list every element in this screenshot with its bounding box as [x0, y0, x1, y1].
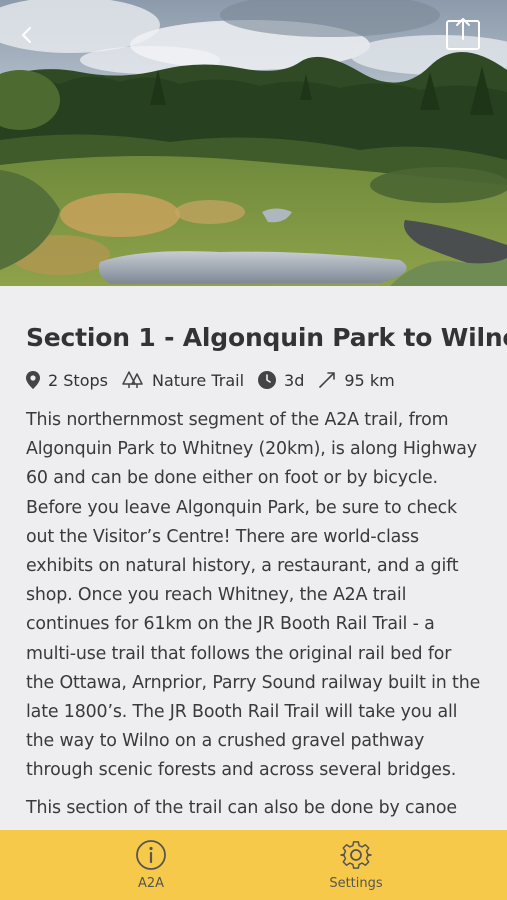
description-paragraph: This northernmost segment of the A2A tra…: [26, 410, 481, 781]
tab-settings-label: Settings: [329, 876, 383, 891]
description-paragraph: This section of the trail can also be do…: [26, 797, 457, 818]
clock-icon: [258, 371, 277, 389]
tab-a2a[interactable]: A2A: [91, 830, 211, 900]
distance: 95 km: [344, 370, 395, 390]
duration-meta: 3d: [258, 371, 304, 390]
share-button[interactable]: [444, 14, 482, 52]
distance-meta: 95 km: [318, 370, 395, 390]
distance-icon: [319, 372, 336, 388]
section-details[interactable]: Section 1 - Algonquin Park to Wilno 2 St…: [0, 286, 507, 830]
hero-image: [0, 0, 507, 286]
trail-type: Nature Trail: [151, 370, 245, 390]
chevron-left-icon: [21, 26, 32, 44]
tab-bar: A2A Settings: [0, 830, 507, 900]
back-button[interactable]: [10, 18, 44, 52]
gear-icon: [340, 841, 372, 869]
landscape-photo: [0, 0, 507, 286]
duration: 3d: [284, 370, 305, 390]
share-icon: [446, 18, 480, 50]
stops-meta: 2 Stops: [26, 371, 108, 390]
stops-count: 2 Stops: [48, 370, 108, 390]
trail-type-meta: Nature Trail: [122, 371, 244, 390]
trees-icon: [122, 371, 143, 388]
tab-a2a-label: A2A: [137, 876, 165, 891]
trail-meta-row: 2 Stops Nature Trail 3d 95 km: [26, 368, 481, 392]
info-icon: [136, 840, 166, 870]
tab-settings[interactable]: Settings: [296, 830, 416, 900]
section-title: Section 1 - Algonquin Park to Wilno: [26, 323, 507, 352]
map-pin-icon: [26, 371, 40, 389]
